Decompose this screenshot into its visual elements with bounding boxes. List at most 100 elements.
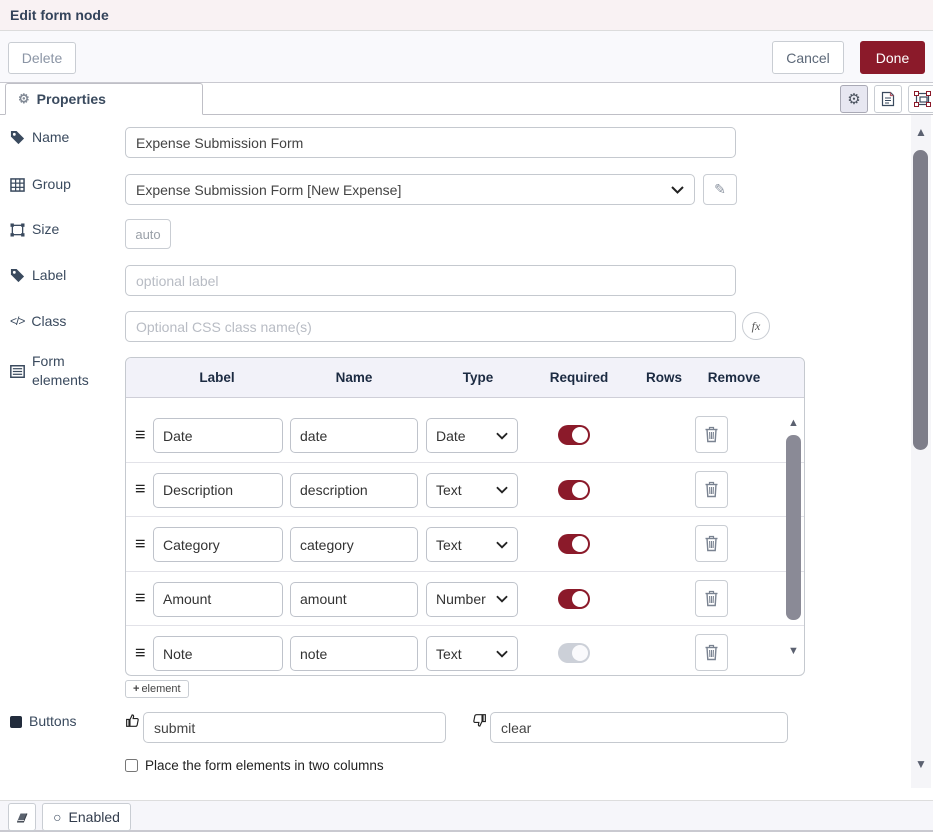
chevron-down-icon (496, 595, 508, 603)
tab-properties-label: Properties (37, 91, 106, 107)
docs-button[interactable] (8, 803, 36, 831)
name-input[interactable] (125, 127, 736, 158)
selection-frame-icon (914, 91, 931, 107)
class-input[interactable] (125, 311, 736, 342)
dialog-scrollbar-thumb[interactable] (913, 150, 928, 450)
element-label-input[interactable] (153, 527, 283, 562)
required-toggle[interactable] (558, 589, 590, 609)
element-name-input[interactable] (290, 582, 418, 617)
form-elements-table: Label Name Type Required Rows Remove ≡ D… (125, 357, 805, 676)
scroll-down-icon[interactable]: ▼ (911, 757, 931, 771)
element-label-input[interactable] (153, 418, 283, 453)
dialog-buttonbar: Delete Cancel Done (0, 31, 933, 83)
delete-element-button[interactable] (695, 416, 728, 453)
table-scrollbar-thumb[interactable] (786, 435, 801, 620)
form-element-row: ≡ Number (126, 572, 804, 627)
drag-handle-icon[interactable]: ≡ (135, 424, 146, 445)
size-field-label: Size (10, 220, 59, 239)
delete-element-button[interactable] (695, 525, 728, 562)
clear-button-input[interactable] (490, 712, 788, 743)
properties-tab-button[interactable]: ⚙ (840, 85, 868, 113)
chevron-down-icon (496, 650, 508, 658)
size-auto-button[interactable]: auto (125, 219, 171, 249)
dialog-scrollbar[interactable]: ▲ ▼ (911, 115, 931, 788)
tab-properties[interactable]: ⚙ Properties (5, 83, 203, 115)
book-icon (15, 811, 29, 824)
gear-icon: ⚙ (847, 90, 860, 108)
enabled-label: Enabled (69, 809, 120, 825)
drag-handle-icon[interactable]: ≡ (135, 642, 146, 663)
gear-icon: ⚙ (18, 91, 30, 107)
table-grid-icon (10, 178, 25, 192)
label-input[interactable] (125, 265, 736, 296)
trash-icon (704, 426, 719, 443)
dialog-footer: ○ Enabled (0, 800, 933, 832)
add-element-button[interactable]: + element (125, 680, 189, 698)
element-label-input[interactable] (153, 473, 283, 508)
description-tab-button[interactable] (874, 85, 902, 113)
element-type-select[interactable]: Number (426, 582, 518, 617)
plus-icon: + (133, 683, 139, 695)
element-name-input[interactable] (290, 473, 418, 508)
delete-element-button[interactable] (695, 580, 728, 617)
enabled-toggle-button[interactable]: ○ Enabled (42, 803, 131, 831)
element-type-select[interactable]: Text (426, 527, 518, 562)
document-icon (881, 91, 895, 107)
delete-element-button[interactable] (695, 471, 728, 508)
element-label-input[interactable] (153, 582, 283, 617)
column-header-rows: Rows (646, 358, 682, 398)
status-circle-icon: ○ (53, 810, 61, 824)
edit-form-node-dialog: Edit form node Delete Cancel Done ⚙ Prop… (0, 0, 933, 834)
label-field-label: Label (10, 266, 66, 285)
edit-group-button[interactable]: ✎ (703, 174, 737, 205)
two-columns-row: Place the form elements in two columns (125, 758, 384, 773)
trash-icon (704, 590, 719, 607)
code-icon: </> (10, 312, 24, 331)
drag-handle-icon[interactable]: ≡ (135, 588, 146, 609)
element-type-select[interactable]: Text (426, 636, 518, 671)
column-header-remove: Remove (708, 358, 761, 398)
thumbs-down-icon (471, 712, 488, 729)
chevron-down-icon (671, 186, 684, 194)
pencil-icon: ✎ (714, 181, 726, 198)
filled-square-icon (10, 716, 22, 728)
two-columns-checkbox[interactable] (125, 759, 138, 772)
column-header-label: Label (199, 358, 234, 398)
group-select[interactable]: Expense Submission Form [New Expense] (125, 174, 695, 205)
required-toggle[interactable] (558, 480, 590, 500)
chevron-down-icon (496, 432, 508, 440)
form-element-row: ≡ Text (126, 463, 804, 518)
drag-handle-icon[interactable]: ≡ (135, 533, 146, 554)
submit-button-input[interactable] (143, 712, 446, 743)
element-name-input[interactable] (290, 636, 418, 671)
element-type-select[interactable]: Date (426, 418, 518, 453)
delete-element-button[interactable] (695, 634, 728, 671)
done-button[interactable]: Done (860, 41, 925, 74)
tag-icon (10, 130, 25, 145)
cancel-button[interactable]: Cancel (772, 41, 844, 74)
element-label-input[interactable] (153, 636, 283, 671)
dialog-title: Edit form node (10, 0, 109, 31)
element-name-input[interactable] (290, 418, 418, 453)
form-element-row: ≡ Date (126, 408, 804, 463)
scroll-up-icon[interactable]: ▲ (911, 125, 931, 139)
required-toggle[interactable] (558, 534, 590, 554)
tag-icon (10, 268, 25, 283)
delete-button[interactable]: Delete (8, 42, 76, 74)
appearance-tab-button[interactable] (908, 85, 933, 113)
trash-icon (704, 481, 719, 498)
drag-handle-icon[interactable]: ≡ (135, 479, 146, 500)
scroll-down-icon[interactable]: ▼ (785, 644, 802, 658)
column-header-name: Name (336, 358, 373, 398)
dialog-titlebar: Edit form node (0, 0, 933, 31)
required-toggle[interactable] (558, 425, 590, 445)
trash-icon (704, 535, 719, 552)
element-name-input[interactable] (290, 527, 418, 562)
fx-expand-button[interactable]: fx (742, 312, 770, 340)
element-type-select[interactable]: Text (426, 473, 518, 508)
column-header-type: Type (463, 358, 494, 398)
form-element-row: ≡ Text (126, 517, 804, 572)
scroll-up-icon[interactable]: ▲ (785, 416, 802, 430)
table-scrollbar[interactable]: ▲ ▼ (785, 402, 802, 672)
required-toggle[interactable] (558, 643, 590, 663)
